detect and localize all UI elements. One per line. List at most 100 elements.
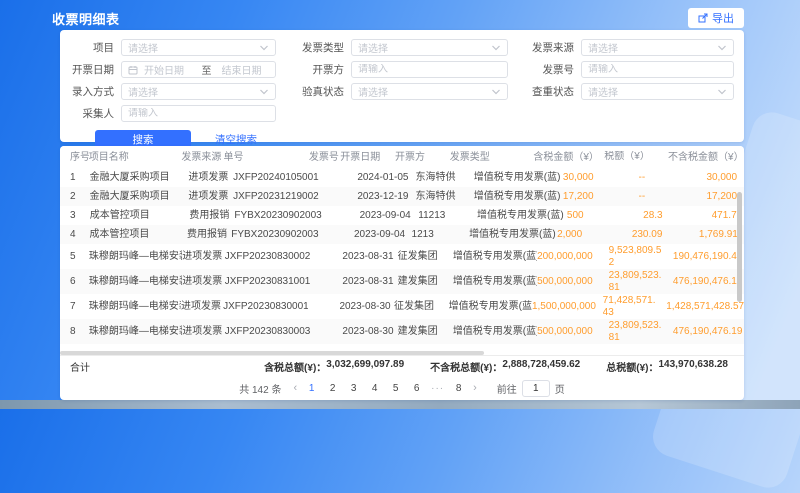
page-button-8[interactable]: 8	[452, 383, 465, 394]
filter-select-dup-status[interactable]: 请选择	[581, 83, 734, 100]
jump-page-input[interactable]	[522, 380, 550, 397]
filter-field-project: 项目请选择	[70, 39, 276, 56]
issuer-input[interactable]	[358, 64, 501, 75]
table-cell: 30,000	[563, 169, 639, 186]
filter-field-invoice-source: 发票来源请选择	[512, 39, 734, 56]
summary-total-label: 不含税总额(¥)：	[430, 359, 502, 374]
calendar-icon	[128, 65, 138, 75]
column-header-8: 含税金额（¥）	[533, 149, 604, 166]
page-button-6[interactable]: 6	[410, 383, 423, 394]
select-placeholder: 请选择	[128, 84, 255, 99]
export-button-label: 导出	[712, 10, 734, 26]
summary-totals: 含税总额(¥)：3,032,699,097.89 不含税总额(¥)：2,888,7…	[264, 359, 728, 374]
table-cell: 230.09	[632, 229, 699, 241]
table-cell: 增值税专用发票(蓝)	[453, 248, 537, 265]
column-header-0: 序号	[60, 149, 89, 166]
horizontal-scrollbar-thumb[interactable]	[60, 351, 484, 355]
filter-input-invoice-no[interactable]	[581, 61, 734, 78]
table-cell: 476,190,476.19	[673, 273, 744, 290]
table-cell: 进项发票	[188, 169, 233, 186]
table-cell: 6	[60, 273, 89, 290]
table-row[interactable]: 4成本管控项目费用报销FYBX202309020032023-09-041213…	[60, 225, 744, 244]
table-header-row: 序号项目名称发票来源单号发票号开票日期开票方发票类型含税金额（¥）税额（¥）不含…	[60, 146, 744, 168]
table-row[interactable]: 5珠穆朗玛峰—电梯安装进项发票JXFP202308300022023-08-31…	[60, 244, 744, 269]
table-row[interactable]: 6珠穆朗玛峰—电梯安装进项发票JXFP202308310012023-08-31…	[60, 269, 744, 294]
page-button-3[interactable]: 3	[347, 383, 360, 394]
summary-total-value: 143,970,638.28	[658, 359, 728, 374]
page-button-2[interactable]: 2	[326, 383, 339, 394]
table-cell: 28.3	[643, 210, 711, 222]
chevron-down-icon	[717, 44, 727, 52]
jump-suffix-label: 页	[555, 381, 565, 396]
table-row[interactable]: 1金融大厦采购项目进项发票JXFP202401050012024-01-05东海…	[60, 168, 744, 187]
table-cell: 东海特供	[416, 188, 474, 205]
filter-select-verify-status[interactable]: 请选择	[351, 83, 508, 100]
table-cell: JXFP20240105001	[233, 169, 324, 186]
table-horizontal-scrollbar[interactable]	[60, 351, 744, 355]
page-button-5[interactable]: 5	[389, 383, 402, 394]
summary-label: 合计	[70, 359, 90, 374]
filter-select-invoice-source[interactable]: 请选择	[581, 39, 734, 56]
filter-label: 查重状态	[512, 84, 581, 99]
summary-total-label: 含税总额(¥)：	[264, 359, 326, 374]
prev-page-button[interactable]: ‹	[293, 382, 297, 394]
filter-label: 录入方式	[70, 84, 121, 99]
select-placeholder: 请选择	[358, 40, 487, 55]
table-cell: 2023-08-30	[342, 323, 397, 340]
table-cell: 2023-08-31	[342, 273, 397, 290]
invoice-no-input[interactable]	[588, 64, 727, 75]
filter-select-entry-method[interactable]: 请选择	[121, 83, 276, 100]
page-number-list: 123456 ··· 8	[305, 383, 465, 394]
filter-field-invoice-type: 发票类型请选择	[280, 39, 508, 56]
chevron-down-icon	[717, 88, 727, 96]
clear-search-button[interactable]: 清空搜索	[215, 132, 257, 147]
column-header-3: 单号	[224, 149, 309, 166]
table-cell: 2023-09-04	[354, 226, 412, 243]
page-ellipsis: ···	[431, 383, 444, 394]
collector-input[interactable]	[128, 108, 269, 119]
table-cell: 1,500,000,000	[532, 298, 603, 315]
column-header-7: 发票类型	[450, 149, 534, 166]
column-header-4: 发票号	[309, 149, 340, 166]
table-cell: 500	[567, 207, 643, 224]
select-placeholder: 请选择	[128, 40, 255, 55]
filter-field-invoice-date: 开票日期开始日期至结束日期	[70, 61, 276, 78]
summary-total-value: 3,032,699,097.89	[326, 359, 404, 374]
table-cell: 2023-08-30	[339, 298, 394, 315]
table-cell: JXFP20230830003	[225, 323, 311, 340]
filter-field-collector: 采集人	[70, 105, 276, 122]
table-row[interactable]: 8珠穆朗玛峰—电梯安装进项发票JXFP202308300032023-08-30…	[60, 319, 744, 344]
filter-field-invoice-no: 发票号	[512, 61, 734, 78]
select-placeholder: 请选择	[358, 84, 487, 99]
table-row[interactable]: 3成本管控项目费用报销FYBX202309020032023-09-041121…	[60, 206, 744, 225]
column-header-6: 开票方	[395, 149, 450, 166]
table-cell: 进项发票	[181, 298, 223, 315]
filter-select-project[interactable]: 请选择	[121, 39, 276, 56]
page-button-4[interactable]: 4	[368, 383, 381, 394]
export-button[interactable]: 导出	[688, 8, 744, 28]
summary-total-2: 总税额(¥)：143,970,638.28	[606, 359, 728, 374]
select-placeholder: 请选择	[588, 84, 713, 99]
table-cell: 2	[60, 188, 90, 205]
page-button-1[interactable]: 1	[305, 383, 318, 394]
table-cell: 珠穆朗玛峰—电梯安装	[89, 298, 181, 315]
column-header-10: 不含税金额（¥）	[668, 149, 744, 166]
filter-select-invoice-type[interactable]: 请选择	[351, 39, 508, 56]
invoice-table-panel: 序号项目名称发票来源单号发票号开票日期开票方发票类型含税金额（¥）税额（¥）不含…	[60, 146, 744, 400]
table-cell: 1,428,571,428.57	[666, 298, 744, 315]
chevron-down-icon	[491, 88, 501, 96]
table-row[interactable]: 2金融大厦采购项目进项发票JXFP202312190022023-12-19东海…	[60, 187, 744, 206]
filter-input-collector[interactable]	[121, 105, 276, 122]
next-page-button[interactable]: ›	[473, 382, 477, 394]
table-cell: 1	[60, 169, 90, 186]
table-cell: 500,000,000	[537, 273, 609, 290]
filter-label: 采集人	[70, 106, 121, 121]
filter-daterange-invoice-date[interactable]: 开始日期至结束日期	[121, 61, 276, 78]
table-row[interactable]: 7珠穆朗玛峰—电梯安装进项发票JXFP202308300012023-08-30…	[60, 294, 744, 319]
filter-input-issuer[interactable]	[351, 61, 508, 78]
summary-total-value: 2,888,728,459.62	[502, 359, 580, 374]
table-cell: 增值税专用发票(蓝)	[477, 207, 567, 224]
table-vertical-scrollbar[interactable]	[737, 192, 742, 302]
table-cell: 增值税专用发票(蓝)	[453, 273, 537, 290]
chevron-down-icon	[259, 44, 269, 52]
